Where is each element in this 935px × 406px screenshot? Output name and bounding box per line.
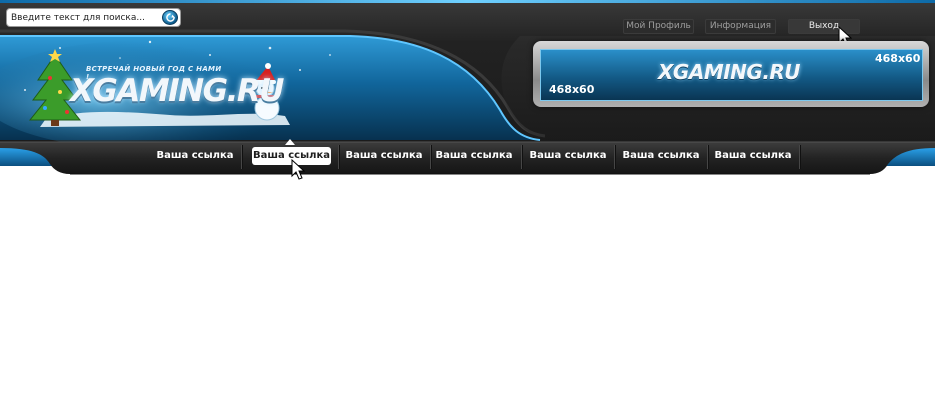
active-tab-indicator-icon bbox=[285, 139, 295, 145]
nav-separator bbox=[614, 145, 616, 169]
site-logo[interactable]: XGAMING.RU bbox=[70, 73, 284, 109]
top-link-info[interactable]: Информация bbox=[705, 19, 776, 34]
nav-separator bbox=[707, 145, 709, 169]
search-arrow-icon bbox=[165, 13, 175, 22]
banner-size-label-top: 468x60 bbox=[875, 52, 921, 65]
page: Мой Профиль Информация Выход ВСТРЕЧАЙ НО… bbox=[0, 0, 935, 406]
nav-separator bbox=[338, 145, 340, 169]
search-box bbox=[6, 8, 181, 27]
mouse-cursor-icon bbox=[291, 159, 305, 180]
nav-link-6[interactable]: Ваша ссылка bbox=[621, 147, 701, 165]
nav-separator bbox=[799, 145, 801, 169]
nav-link-1[interactable]: Ваша ссылка bbox=[155, 147, 235, 165]
top-link-profile[interactable]: Мой Профиль bbox=[623, 19, 694, 34]
nav-separator bbox=[521, 145, 523, 169]
search-input[interactable] bbox=[11, 10, 159, 25]
nav-link-5[interactable]: Ваша ссылка bbox=[528, 147, 608, 165]
nav-link-4[interactable]: Ваша ссылка bbox=[434, 147, 514, 165]
banner-size-label-bottom: 468x60 bbox=[549, 83, 595, 96]
nav-link-3[interactable]: Ваша ссылка bbox=[344, 147, 424, 165]
nav-separator bbox=[241, 145, 243, 169]
banner-logo: XGAMING.RU bbox=[658, 60, 801, 84]
search-button[interactable] bbox=[162, 10, 178, 25]
nav-link-7[interactable]: Ваша ссылка bbox=[713, 147, 793, 165]
nav-separator bbox=[430, 145, 432, 169]
